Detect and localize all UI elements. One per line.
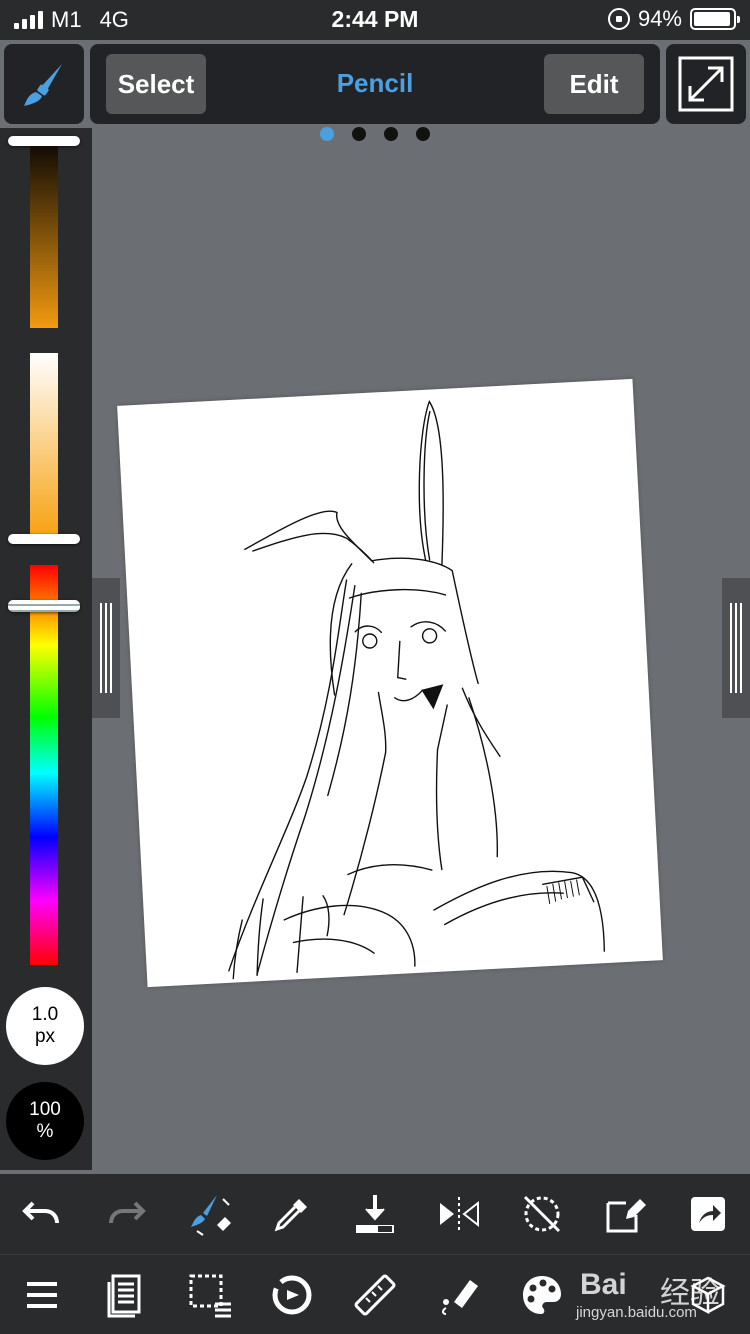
rotate-lock-button[interactable] xyxy=(500,1174,584,1254)
battery-percent: 94% xyxy=(637,6,682,31)
flip-horizontal-icon xyxy=(440,1197,479,1231)
selection-button[interactable] xyxy=(168,1255,252,1334)
brush-size-value: 1.0 xyxy=(31,1004,59,1025)
brightness-slider[interactable] xyxy=(30,146,58,328)
undo-icon xyxy=(22,1201,59,1224)
right-panel-grip[interactable] xyxy=(722,578,750,718)
brush-opacity-button[interactable]: 100 % xyxy=(6,1082,84,1160)
brush-opacity-value: 100 xyxy=(29,1099,61,1120)
brush-swap-button[interactable] xyxy=(168,1174,252,1254)
status-bar: M1 4G 2:44 PM 94% xyxy=(0,0,750,40)
undo-button[interactable] xyxy=(0,1174,84,1254)
ruler-button[interactable] xyxy=(333,1255,417,1334)
brush-icon xyxy=(24,64,62,106)
brush-swap-icon xyxy=(191,1195,231,1236)
brush-size-unit: px xyxy=(34,1026,56,1047)
eyedropper-icon xyxy=(274,1199,307,1232)
color-palette-button[interactable] xyxy=(500,1255,584,1334)
fill-icon xyxy=(442,1280,478,1315)
battery-icon xyxy=(690,8,740,30)
page-dot[interactable] xyxy=(416,127,430,141)
watermark-brand: Bai xyxy=(580,1268,627,1301)
saturation-slider-handle[interactable] xyxy=(8,534,80,544)
snap-icon xyxy=(272,1275,312,1315)
page-indicator[interactable] xyxy=(320,127,430,141)
menu-icon xyxy=(27,1282,57,1308)
redo-button[interactable] xyxy=(84,1174,168,1254)
page-dot[interactable] xyxy=(320,127,334,141)
flip-horizontal-button[interactable] xyxy=(417,1174,501,1254)
rotate-lock-icon xyxy=(523,1195,561,1233)
brightness-slider-handle[interactable] xyxy=(8,136,80,146)
share-icon xyxy=(691,1197,725,1231)
download-icon xyxy=(356,1195,394,1233)
fullscreen-button[interactable] xyxy=(666,44,746,124)
expand-icon xyxy=(678,56,734,112)
tool-panel: Select Pencil Edit xyxy=(90,44,660,124)
brush-tool-button[interactable] xyxy=(4,44,84,124)
snap-button[interactable] xyxy=(250,1255,334,1334)
edit-button[interactable]: Edit xyxy=(544,54,644,114)
selection-icon xyxy=(189,1274,231,1318)
main-menu-button[interactable] xyxy=(0,1255,84,1334)
sketch-artwork xyxy=(228,400,606,980)
bottom-toolbar-secondary xyxy=(0,1254,750,1334)
share-button[interactable] xyxy=(666,1174,750,1254)
page-dot[interactable] xyxy=(384,127,398,141)
saturation-slider[interactable] xyxy=(30,353,58,535)
brush-opacity-unit: % xyxy=(36,1121,54,1142)
hue-slider[interactable] xyxy=(30,565,58,965)
palette-icon xyxy=(523,1276,561,1314)
bottom-toolbar-primary xyxy=(0,1174,750,1254)
redo-icon xyxy=(109,1201,146,1224)
layers-list-icon xyxy=(107,1274,141,1318)
ruler-icon xyxy=(354,1274,396,1316)
transform-icon xyxy=(606,1199,646,1233)
brush-size-button[interactable]: 1.0 px xyxy=(6,987,84,1065)
save-to-device-button[interactable] xyxy=(333,1174,417,1254)
layer-list-button[interactable] xyxy=(84,1255,168,1334)
watermark-url: jingyan.baidu.com xyxy=(576,1304,697,1321)
fill-button[interactable] xyxy=(417,1255,501,1334)
transform-button[interactable] xyxy=(583,1174,667,1254)
rotation-lock-icon xyxy=(607,8,630,30)
hue-slider-handle[interactable] xyxy=(8,600,80,612)
eyedropper-button[interactable] xyxy=(250,1174,334,1254)
left-panel-grip[interactable] xyxy=(92,578,120,718)
status-right: 94% xyxy=(607,6,740,32)
drawing-canvas[interactable] xyxy=(117,378,663,988)
page-dot[interactable] xyxy=(352,127,366,141)
